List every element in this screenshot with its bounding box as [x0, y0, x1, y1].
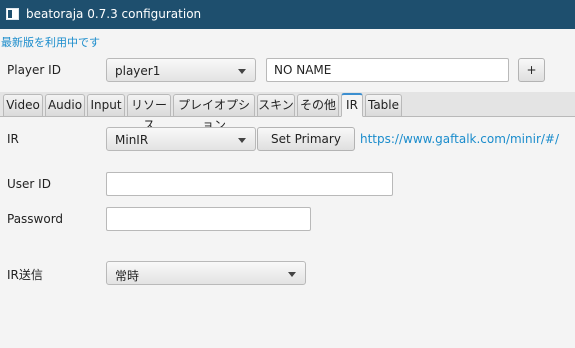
player-name-field[interactable] [266, 58, 509, 82]
tab-resources[interactable]: リソース [127, 94, 171, 132]
ir-label: IR [7, 132, 19, 146]
title-bar: beatoraja 0.7.3 configuration [0, 0, 575, 29]
ir-send-select-value: 常時 [115, 269, 140, 283]
ir-url-link[interactable]: https://www.gaftalk.com/minir/#/ [360, 132, 559, 146]
user-id-field[interactable] [106, 172, 393, 196]
tab-table[interactable]: Table [365, 94, 402, 116]
tab-bar: Video Audio Input リソース プレイオプション スキン その他 … [0, 92, 575, 132]
player-select[interactable]: player1 [106, 58, 256, 82]
add-player-button[interactable]: + [518, 58, 545, 82]
user-id-label: User ID [7, 177, 51, 191]
tab-ir[interactable]: IR [341, 93, 363, 117]
tab-skin[interactable]: スキン [257, 94, 295, 116]
app-window-icon [6, 8, 19, 20]
player-id-label: Player ID [7, 63, 61, 77]
player-select-value: player1 [115, 64, 161, 78]
ir-select-value: MinIR [115, 133, 149, 147]
chevron-down-icon [288, 272, 296, 277]
ir-send-select[interactable]: 常時 [106, 261, 306, 285]
password-field[interactable] [106, 207, 311, 231]
tab-play-options[interactable]: プレイオプション [173, 94, 255, 132]
window-title: beatoraja 0.7.3 configuration [26, 7, 202, 21]
tab-input[interactable]: Input [87, 94, 125, 116]
chevron-down-icon [238, 69, 246, 74]
tab-audio[interactable]: Audio [45, 94, 85, 116]
tab-other[interactable]: その他 [297, 94, 339, 116]
ir-send-label: IR送信 [7, 268, 43, 282]
chevron-down-icon [238, 138, 246, 143]
update-status-link[interactable]: 最新版を利用中です [1, 34, 100, 50]
set-primary-button[interactable]: Set Primary [257, 127, 355, 151]
password-label: Password [7, 212, 64, 226]
ir-select[interactable]: MinIR [106, 127, 256, 151]
tab-video[interactable]: Video [3, 94, 43, 116]
